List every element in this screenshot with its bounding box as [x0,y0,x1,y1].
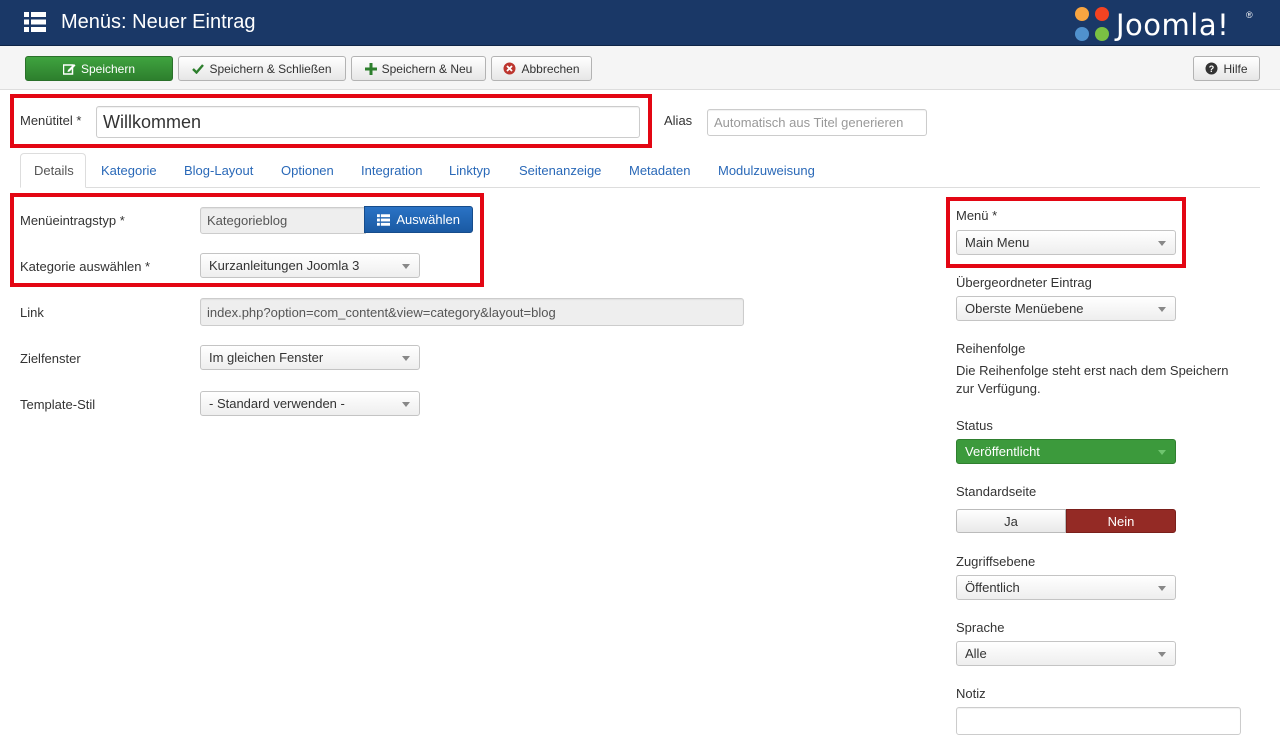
language-label: Sprache [956,620,1005,635]
tab-details[interactable]: Details [20,153,86,188]
ordering-label: Reihenfolge [956,341,1026,356]
tab-options[interactable]: Optionen [268,153,347,188]
save-new-label: Speichern & Neu [381,61,473,76]
note-input[interactable] [956,707,1241,735]
target-window-label: Zielfenster [20,351,81,366]
default-page-no-button[interactable]: Nein [1066,509,1176,533]
menu-label: Menü * [956,208,998,223]
chevron-down-icon [1158,307,1166,312]
category-value: Kurzanleitungen Joomla 3 [209,258,360,273]
alias-placeholder: Automatisch aus Titel generieren [714,115,904,130]
default-page-yes-button[interactable]: Ja [956,509,1066,533]
item-type-field: Kategorieblog [200,207,366,234]
page-title: Menüs: Neuer Eintrag [61,11,256,33]
save-button[interactable]: Speichern [25,56,173,81]
checkmark-icon [192,64,205,74]
tab-category[interactable]: Kategorie [88,153,170,188]
tab-blog-layout[interactable]: Blog-Layout [171,153,266,188]
cancel-icon [503,62,516,75]
tab-linktype[interactable]: Linktyp [436,153,503,188]
alias-input[interactable]: Automatisch aus Titel generieren [707,109,927,136]
toolbar: Speichern Speichern & Schließen Speicher… [0,46,1280,90]
alias-label: Alias [664,113,693,128]
save-new-button[interactable]: Speichern & Neu [351,56,486,81]
save-close-button[interactable]: Speichern & Schließen [178,56,346,81]
tab-page-display[interactable]: Seitenanzeige [506,153,614,188]
menu-title-value: Willkommen [103,111,202,132]
note-label: Notiz [956,686,986,701]
target-window-select[interactable]: Im gleichen Fenster [200,345,420,370]
template-style-value: - Standard verwenden - [209,396,345,411]
svg-text:?: ? [1209,64,1215,74]
access-level-label: Zugriffsebene [956,554,1036,569]
chevron-down-icon [1158,586,1166,591]
tab-module-assignment[interactable]: Modulzuweisung [705,153,828,188]
plus-icon [364,62,377,75]
target-window-value: Im gleichen Fenster [209,350,324,365]
menu-title-input[interactable]: Willkommen [96,106,640,138]
cancel-button[interactable]: Abbrechen [491,56,592,81]
menu-title-label: Menütitel * [20,113,82,128]
chevron-down-icon [1158,241,1166,246]
select-button-label: Auswählen [396,212,460,227]
template-style-label: Template-Stil [20,397,96,412]
tab-integration[interactable]: Integration [348,153,435,188]
parent-item-value: Oberste Menüebene [965,301,1084,316]
link-value: index.php?option=com_content&view=catego… [207,304,556,320]
edit-icon [62,63,76,75]
parent-item-label: Übergeordneter Eintrag [956,275,1092,290]
language-select[interactable]: Alle [956,641,1176,666]
status-value: Veröffentlicht [965,444,1040,459]
joomla-logo-icon [1075,7,1109,41]
chevron-down-icon [1158,652,1166,657]
item-type-label: Menüeintragstyp * [20,213,125,228]
ordering-help-text: Die Reihenfolge steht erst nach dem Spei… [956,363,1229,396]
menu-value: Main Menu [965,235,1030,250]
category-label: Kategorie auswählen * [20,259,151,274]
item-type-value: Kategorieblog [207,213,288,228]
template-style-select[interactable]: - Standard verwenden - [200,391,420,416]
select-item-type-button[interactable]: Auswählen [364,206,473,233]
save-close-label: Speichern & Schließen [209,61,332,76]
chevron-down-icon [1158,450,1166,455]
list-icon[interactable] [24,12,46,32]
list-icon [377,213,391,226]
category-select[interactable]: Kurzanleitungen Joomla 3 [200,253,420,278]
chevron-down-icon [402,264,410,269]
access-level-value: Öffentlich [965,580,1020,595]
default-page-label: Standardseite [956,484,1037,499]
logo-text: Joomla! [1116,8,1230,42]
question-icon: ? [1205,62,1218,75]
help-button[interactable]: ? Hilfe [1193,56,1260,81]
help-label: Hilfe [1223,61,1248,76]
app-header: Menüs: Neuer Eintrag Joomla! ® [0,0,1280,46]
language-value: Alle [965,646,987,661]
chevron-down-icon [402,402,410,407]
parent-item-select[interactable]: Oberste Menüebene [956,296,1176,321]
cancel-label: Abbrechen [521,61,580,76]
chevron-down-icon [402,356,410,361]
access-level-select[interactable]: Öffentlich [956,575,1176,600]
save-label: Speichern [80,61,136,76]
status-label: Status [956,418,993,433]
joomla-logo[interactable]: Joomla! ® [1072,4,1262,44]
link-label: Link [20,305,44,320]
link-field: index.php?option=com_content&view=catego… [200,298,744,326]
menu-select[interactable]: Main Menu [956,230,1176,255]
logo-registered: ® [1246,10,1253,20]
status-select[interactable]: Veröffentlicht [956,439,1176,464]
tab-metadata[interactable]: Metadaten [616,153,703,188]
